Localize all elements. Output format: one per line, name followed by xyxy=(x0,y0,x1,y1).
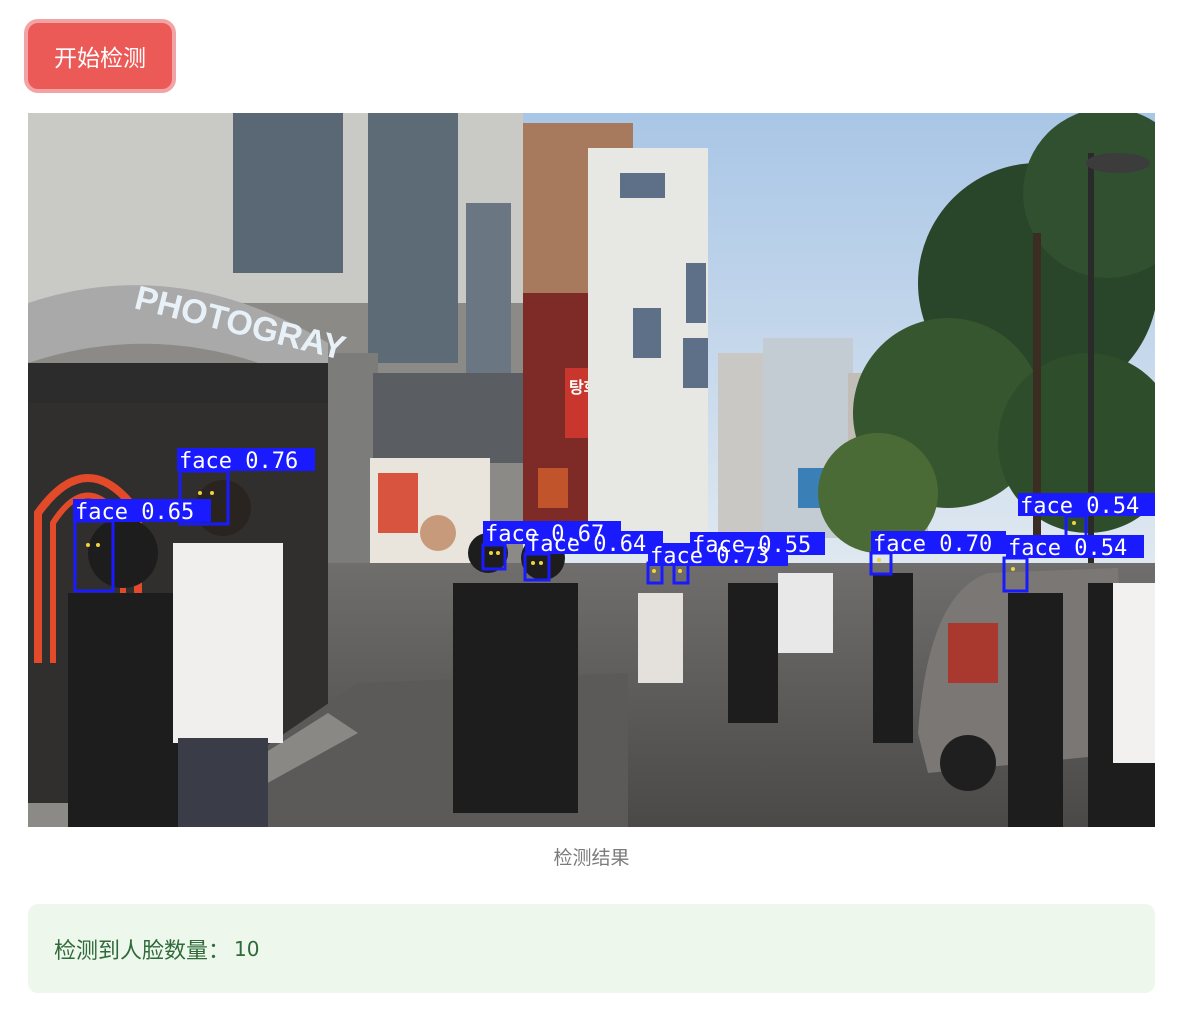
detection-label: face 0.76 xyxy=(179,449,298,474)
detection-label: face 0.65 xyxy=(75,500,194,525)
street-scene-illustration: PHOTOGRAY 탕화 쿵푸 xyxy=(28,113,1155,827)
detection-result-image: PHOTOGRAY 탕화 쿵푸 xyxy=(28,113,1155,827)
detection-label: face 0.64 xyxy=(527,532,646,557)
face-count-value: 10 xyxy=(234,936,260,961)
page: 开始检测 PHOTOGRAY 탕화 face 0.76 face 0.65 fa… xyxy=(0,0,1182,1018)
face-count-panel: 检测到人脸数量： 10 xyxy=(28,904,1155,993)
detection-label: face 0.54 xyxy=(1020,494,1139,519)
detection-label: face 0.70 xyxy=(873,532,992,557)
start-detection-button[interactable]: 开始检测 xyxy=(24,19,176,93)
detection-label: face 0.54 xyxy=(1008,536,1127,561)
result-caption: 检测结果 xyxy=(553,847,630,869)
detection-label: face 0.73 xyxy=(650,544,769,569)
face-count-label: 检测到人脸数量： xyxy=(54,938,231,964)
